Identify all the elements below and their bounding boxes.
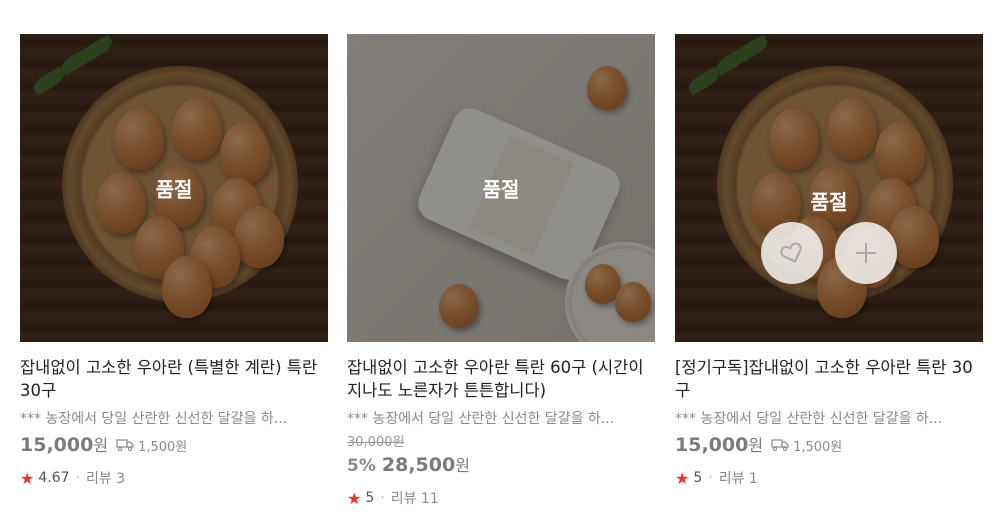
product-card[interactable]: 품절 잡내없이 고소한 우아란 (특별한 계란) 특란 30구 *** 농장에서… xyxy=(20,34,328,488)
product-price: 15,000원 xyxy=(20,434,109,456)
product-description: *** 농장에서 당일 산란한 신선한 달걀을 하... xyxy=(675,411,943,427)
soldout-label: 품절 xyxy=(810,190,848,214)
product-thumbnail[interactable]: 품절 xyxy=(347,34,655,342)
shipping-fee: 1,500원 xyxy=(771,436,842,455)
review-count: 리뷰 3 xyxy=(85,471,126,487)
heart-icon xyxy=(780,242,802,263)
product-card[interactable]: 품절 잡내없이 고소한 우아란 특란 60구 (시간이 지나도 노른자가 튼튼합… xyxy=(347,34,655,508)
product-title[interactable]: 잡내없이 고소한 우아란 특란 60구 (시간이 지나도 노른자가 튼튼합니다) xyxy=(347,356,655,402)
add-to-cart-button[interactable] xyxy=(835,222,897,284)
product-thumbnail[interactable]: 품절 xyxy=(675,34,983,342)
price-row: 15,000원 1,500원 xyxy=(675,432,983,456)
product-grid: 품절 잡내없이 고소한 우아란 (특별한 계란) 특란 30구 *** 농장에서… xyxy=(0,0,1000,518)
review-count: 리뷰 1 xyxy=(718,471,758,487)
soldout-label: 품절 xyxy=(482,177,520,202)
rating-value: 5 xyxy=(365,490,375,506)
separator-dot: · xyxy=(708,470,713,486)
price-row: 15,000원 1,500원 xyxy=(20,432,328,456)
star-icon: ★ xyxy=(20,468,35,488)
soldout-label: 품절 xyxy=(155,177,193,202)
rating-value: 4.67 xyxy=(38,470,70,486)
star-icon: ★ xyxy=(347,488,362,508)
wishlist-button[interactable] xyxy=(761,222,823,284)
product-description: *** 농장에서 당일 산란한 신선한 달걀을 하... xyxy=(347,411,615,427)
discount-rate: 5% xyxy=(347,456,376,476)
rating-row: ★ 5 · 리뷰 11 xyxy=(347,488,655,508)
product-price: 28,500원 xyxy=(381,454,470,476)
delivery-truck-icon xyxy=(116,439,134,451)
product-thumbnail[interactable]: 품절 xyxy=(20,34,328,342)
separator-dot: · xyxy=(75,470,80,486)
rating-row: ★ 4.67 · 리뷰 3 xyxy=(20,468,328,488)
original-price: 30,000원 xyxy=(347,435,405,450)
delivery-truck-icon xyxy=(771,439,789,451)
review-count: 리뷰 11 xyxy=(390,491,439,507)
shipping-fee: 1,500원 xyxy=(116,436,187,455)
plus-icon xyxy=(856,243,876,263)
separator-dot: · xyxy=(380,490,385,506)
rating-row: ★ 5 · 리뷰 1 xyxy=(675,468,983,488)
star-icon: ★ xyxy=(675,468,690,488)
product-card[interactable]: 품절 [정기구독]잡내없이 고소한 우아란 특란 30구 *** 농장에서 당일… xyxy=(675,34,983,488)
product-title[interactable]: [정기구독]잡내없이 고소한 우아란 특란 30구 xyxy=(675,356,983,402)
discount-price-row: 5% 28,500원 xyxy=(347,452,655,476)
product-price: 15,000원 xyxy=(675,434,764,456)
product-title[interactable]: 잡내없이 고소한 우아란 (특별한 계란) 특란 30구 xyxy=(20,356,328,402)
product-description: *** 농장에서 당일 산란한 신선한 달걀을 하... xyxy=(20,411,288,427)
rating-value: 5 xyxy=(693,470,703,486)
